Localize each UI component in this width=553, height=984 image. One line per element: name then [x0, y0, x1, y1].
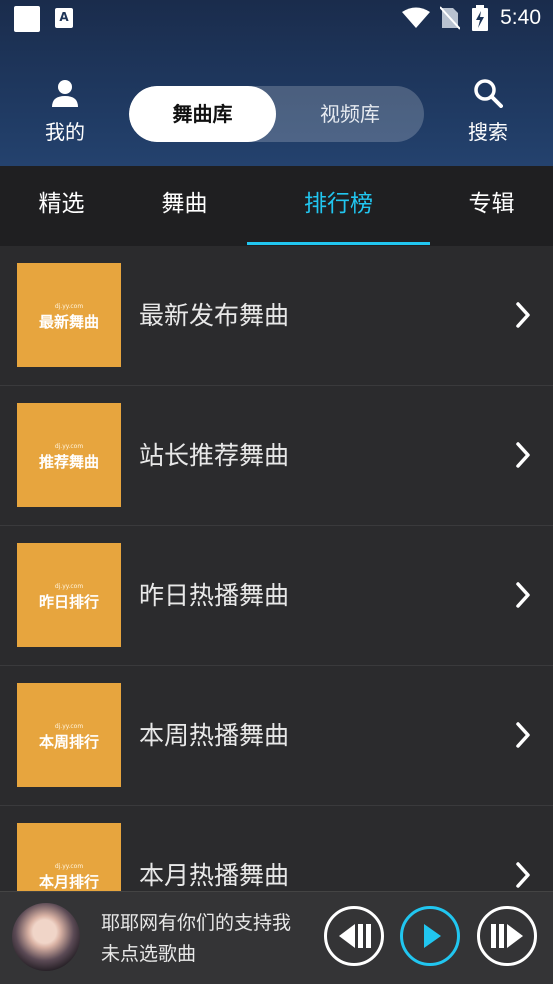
play-icon	[424, 924, 441, 948]
thumbnail-text: 推荐舞曲	[38, 453, 99, 471]
thumbnail-watermark: dj.yy.com	[54, 303, 84, 310]
app-notification-icon: A	[55, 8, 73, 28]
thumbnail-text: 本周排行	[38, 733, 99, 751]
thumbnail-text: 本月排行	[38, 873, 99, 891]
tab-featured[interactable]: 精选	[0, 166, 123, 246]
list-item[interactable]: dj.yy.com 推荐舞曲 站长推荐舞曲	[0, 386, 553, 526]
album-art-avatar[interactable]	[12, 903, 80, 971]
thumbnail-text: 最新舞曲	[38, 313, 99, 331]
thumbnail-watermark: dj.yy.com	[54, 723, 84, 730]
list-item-title: 昨日热播舞曲	[139, 581, 290, 610]
thumbnail-watermark: dj.yy.com	[54, 443, 84, 450]
now-playing-title: 耶耶网有你们的支持我	[101, 912, 292, 934]
next-button[interactable]	[477, 906, 537, 966]
chevron-right-icon	[516, 302, 530, 328]
segment-video-library[interactable]: 视频库	[276, 86, 424, 142]
clock: 5:40	[500, 6, 541, 29]
search-icon	[474, 79, 503, 108]
list-item[interactable]: dj.yy.com 本月排行 本月热播舞曲	[0, 806, 553, 891]
segment-dance-library[interactable]: 舞曲库	[129, 86, 276, 142]
app-header: A 5:40 我的 舞曲库 视频库 搜索	[0, 0, 553, 166]
tab-charts[interactable]: 排行榜	[247, 166, 430, 246]
thumbnail: dj.yy.com 本周排行	[17, 683, 121, 787]
chevron-right-icon	[516, 862, 530, 888]
wifi-icon	[402, 7, 430, 28]
tab-dance[interactable]: 舞曲	[123, 166, 246, 246]
category-tabs: 精选 舞曲 排行榜 专辑	[0, 166, 553, 246]
battery-charging-icon	[472, 5, 488, 31]
search-label: 搜索	[468, 120, 508, 144]
list-item-title: 本月热播舞曲	[139, 861, 290, 890]
chevron-right-icon	[516, 442, 530, 468]
thumbnail: dj.yy.com 本月排行	[17, 823, 121, 891]
thumbnail-watermark: dj.yy.com	[54, 583, 84, 590]
thumbnail: dj.yy.com 最新舞曲	[17, 263, 121, 367]
thumbnail: dj.yy.com 推荐舞曲	[17, 403, 121, 507]
now-playing-subtitle: 未点选歌曲	[101, 943, 197, 965]
previous-icon	[339, 924, 371, 948]
list-item-title: 最新发布舞曲	[139, 301, 290, 330]
tab-albums[interactable]: 专辑	[430, 166, 553, 246]
play-button[interactable]	[400, 906, 460, 966]
thumbnail-text: 昨日排行	[38, 593, 99, 611]
me-button[interactable]: 我的	[25, 78, 105, 145]
mini-player: 耶耶网有你们的支持我 未点选歌曲	[0, 891, 553, 984]
search-button[interactable]: 搜索	[448, 78, 528, 145]
me-label: 我的	[45, 120, 85, 144]
person-icon	[52, 80, 78, 107]
list-item-title: 站长推荐舞曲	[139, 441, 290, 470]
list-item[interactable]: dj.yy.com 最新舞曲 最新发布舞曲	[0, 246, 553, 386]
chevron-right-icon	[516, 582, 530, 608]
no-sim-icon	[440, 6, 460, 30]
notification-icon	[14, 6, 40, 32]
chart-list: dj.yy.com 最新舞曲 最新发布舞曲 dj.yy.com 推荐舞曲 站长推…	[0, 246, 553, 891]
thumbnail: dj.yy.com 昨日排行	[17, 543, 121, 647]
chevron-right-icon	[516, 722, 530, 748]
list-item[interactable]: dj.yy.com 昨日排行 昨日热播舞曲	[0, 526, 553, 666]
active-tab-indicator	[247, 242, 430, 245]
library-switch: 舞曲库 视频库	[129, 86, 424, 142]
list-item-title: 本周热播舞曲	[139, 721, 290, 750]
thumbnail-watermark: dj.yy.com	[54, 863, 84, 870]
previous-button[interactable]	[324, 906, 384, 966]
next-icon	[491, 924, 523, 948]
list-item[interactable]: dj.yy.com 本周排行 本周热播舞曲	[0, 666, 553, 806]
status-bar: A 5:40	[0, 0, 553, 40]
